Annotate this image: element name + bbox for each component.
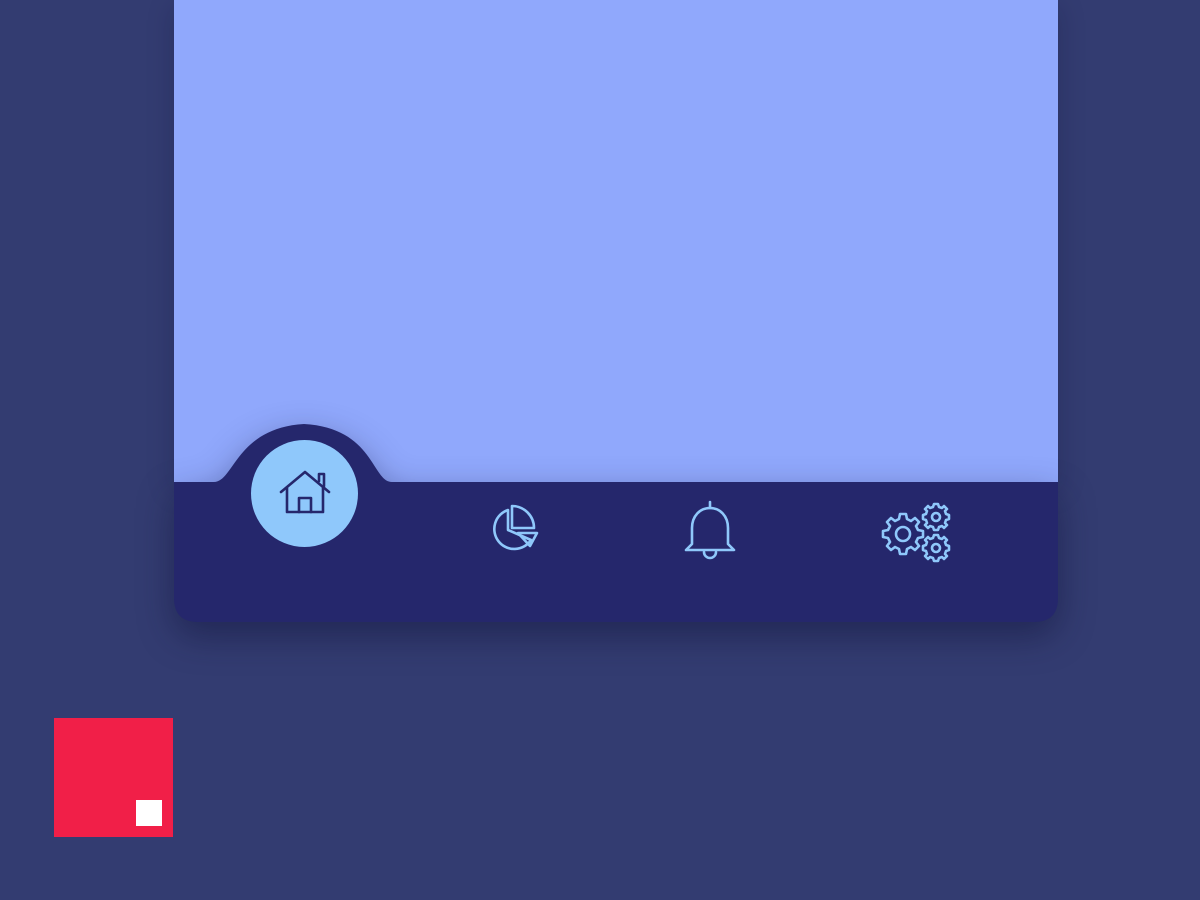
gears-icon: [881, 502, 951, 563]
pie-chart-icon: [493, 504, 539, 551]
brand-logo-dot: [136, 800, 162, 826]
bell-icon: [684, 500, 736, 560]
nav-item-stats[interactable]: [471, 490, 551, 570]
nav-item-notifications[interactable]: [670, 490, 750, 570]
home-icon: [279, 470, 330, 513]
nav-item-home[interactable]: [251, 440, 358, 547]
nav-item-settings[interactable]: [876, 490, 956, 570]
brand-logo: [54, 718, 173, 837]
phone-mockup: [174, 0, 1058, 622]
